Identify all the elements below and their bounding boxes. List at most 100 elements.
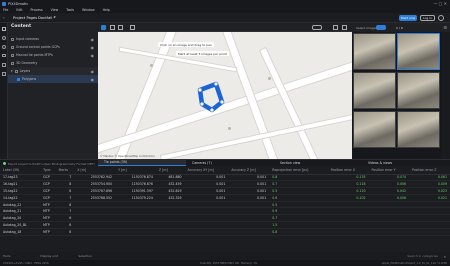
column-header[interactable]: Accuracy XY [m]	[184, 166, 229, 175]
project-name[interactable]: Project Pages Dontfall *	[13, 16, 55, 20]
image-gallery	[352, 32, 450, 159]
gallery-select-label[interactable]: Select images	[356, 26, 377, 30]
content-item-layers[interactable]: ▾ Layers ◉	[8, 67, 98, 75]
scrollbar[interactable]	[442, 32, 450, 159]
table-cell	[155, 201, 185, 209]
column-header[interactable]: Position error Z	[409, 166, 450, 175]
tools-label[interactable]: Tools	[3, 254, 10, 258]
checkbox-icon[interactable]	[11, 45, 14, 49]
settings-icon[interactable]	[2, 45, 6, 49]
content-item-mtps[interactable]: Manual tie points MTPs ◉	[8, 51, 98, 59]
table-row[interactable]: Autotag_22 MTP 8 0.5	[0, 201, 450, 209]
table-row[interactable]: 17-tag23 GCP 7 2553762.942 1150376.874 481.88…	[0, 174, 450, 182]
menu-process[interactable]: Process	[31, 8, 43, 12]
image-thumbnail[interactable]	[353, 33, 396, 70]
layout-icon[interactable]	[333, 25, 338, 30]
eye-icon[interactable]: ◉	[91, 45, 95, 50]
tab-videos[interactable]: Videos & views	[362, 159, 450, 166]
checkbox-icon[interactable]	[11, 61, 14, 65]
measure-tool-icon[interactable]	[130, 25, 135, 30]
checkbox-icon[interactable]	[11, 37, 14, 41]
eye-icon[interactable]: ◉	[91, 69, 95, 74]
table-cell	[155, 207, 185, 216]
menu-icon[interactable]: ☰	[443, 25, 447, 30]
tab-cameras[interactable]: Cameras (7)	[186, 159, 274, 166]
eye-icon[interactable]: ◉	[91, 53, 95, 58]
tab-section-view[interactable]: Section view	[274, 159, 362, 166]
menu-window[interactable]: Window	[82, 8, 95, 12]
share-icon[interactable]	[2, 63, 6, 67]
export-icon[interactable]	[2, 72, 6, 76]
table-cell	[368, 228, 410, 236]
map-view[interactable]: Click on an image and drag to pan Mark a…	[98, 32, 352, 159]
content-item-polygons[interactable]: Polygons ◉	[8, 75, 98, 83]
image-thumbnail[interactable]	[353, 72, 396, 109]
content-item-3d-geometry[interactable]: 3D Geometry	[8, 59, 98, 67]
column-header[interactable]: X [m]	[74, 166, 116, 175]
content-item-gcps[interactable]: Ground control points GCPs ◉	[8, 43, 98, 51]
gallery-toggle[interactable]	[376, 25, 386, 30]
content-icon[interactable]	[2, 27, 6, 31]
point-tool-icon[interactable]	[110, 25, 115, 30]
checkbox-icon[interactable]	[14, 69, 18, 73]
checkbox-icon[interactable]	[11, 53, 14, 57]
grid-icon[interactable]	[342, 25, 347, 30]
image-thumbnail[interactable]	[397, 72, 440, 109]
menu-tools[interactable]: Tools	[66, 8, 74, 12]
table-cell	[115, 214, 156, 223]
select-tool-icon[interactable]	[101, 25, 106, 30]
image-thumbnail[interactable]	[397, 111, 440, 148]
table-row[interactable]: Autotag_21 MTP 7 0.9	[0, 207, 450, 216]
tab-tie-points[interactable]: Tie points (39)	[98, 159, 186, 166]
menu-edit[interactable]: Edit	[16, 8, 22, 12]
column-header[interactable]: Z [m]	[155, 166, 185, 175]
column-header[interactable]: Marks	[55, 166, 75, 175]
layers-icon[interactable]	[2, 54, 6, 57]
eye-icon[interactable]: ◉	[91, 37, 95, 42]
table-row[interactable]: Autotag_20_BL MTP 6 1.5	[0, 221, 450, 229]
image-thumbnail[interactable]	[397, 33, 440, 70]
table-row[interactable]: 14-tag22 GCP 7 2553768.552 1150379.224 432.32…	[0, 194, 450, 202]
column-header[interactable]: Accuracy Z [m]	[228, 166, 270, 175]
content-item-input-cameras[interactable]: Input cameras ◉	[8, 35, 98, 43]
back-icon[interactable]: ‹	[3, 15, 5, 20]
menu-help[interactable]: Help	[103, 8, 110, 12]
chevron-down-icon[interactable]: ▾	[11, 69, 13, 73]
column-header[interactable]: Y [m]	[115, 166, 156, 175]
table-cell	[368, 214, 410, 223]
log-in-button[interactable]: Log in	[420, 15, 435, 21]
menu-file[interactable]: File	[3, 8, 8, 12]
table-row[interactable]: Autotag_20 MTP 6 0.7	[0, 214, 450, 223]
view-toggle[interactable]	[312, 25, 322, 30]
table-cell	[368, 207, 410, 216]
table-row[interactable]: 16-tag21 GCP 8 2553754.900 1150376.676 432.45…	[0, 180, 450, 189]
search-input[interactable]: Search in categories	[407, 254, 438, 258]
selection-label[interactable]: Selection	[78, 254, 92, 258]
checkbox-icon[interactable]	[17, 77, 20, 81]
column-header[interactable]: Type	[40, 166, 56, 175]
account-icon[interactable]	[438, 15, 444, 21]
column-header[interactable]: Position error X	[327, 166, 369, 175]
table-cell	[228, 228, 270, 236]
column-header[interactable]: Position error Y	[368, 166, 410, 175]
table-cell	[327, 214, 369, 223]
menu-view[interactable]: View	[51, 8, 59, 12]
table-cell: GCP	[40, 174, 56, 182]
chevron-down-icon[interactable]: ▾	[54, 15, 56, 19]
table-cell: 16-tag21	[0, 180, 41, 189]
table-row[interactable]: 15-tag22 GCP 8 2553767.896 1150391.397 432.82…	[0, 187, 450, 195]
column-header[interactable]: Reprojection error [px]	[269, 166, 328, 175]
table-cell: 0.042	[368, 187, 410, 195]
search-icon[interactable]: ⌕	[444, 254, 446, 259]
image-thumbnail[interactable]	[353, 111, 396, 148]
table-cell: MTP	[40, 207, 56, 216]
polygon-tool-icon[interactable]	[118, 25, 123, 30]
start-now-button[interactable]: Start now	[399, 15, 417, 21]
table-row[interactable]: Autotag_18 MTP 6 0.8	[0, 228, 450, 236]
window-controls[interactable]: — ▢ ✕	[433, 1, 447, 6]
column-header[interactable]: Label (39)	[0, 166, 41, 175]
eye-icon[interactable]: ◉	[91, 77, 95, 82]
display-unit-label[interactable]: Display unit	[40, 254, 58, 258]
polygon-shape[interactable]	[98, 32, 352, 159]
processing-icon[interactable]	[2, 36, 6, 40]
